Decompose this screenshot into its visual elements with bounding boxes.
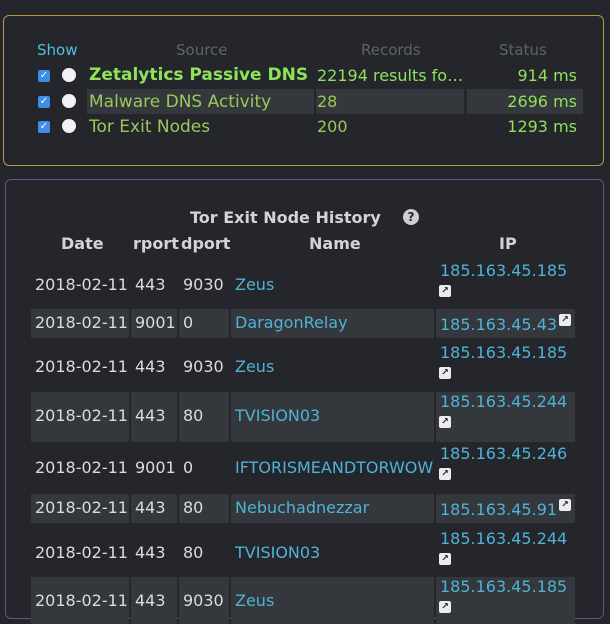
cell-ip[interactable]: 185.163.45.246: [440, 444, 567, 463]
row-highlight: [316, 89, 464, 114]
external-link-icon[interactable]: ↗: [439, 416, 451, 428]
source-select-radio[interactable]: [62, 94, 76, 108]
records-column-header[interactable]: Records: [361, 41, 421, 59]
cell-name[interactable]: Nebuchadnezzar: [235, 498, 434, 517]
status-column-header[interactable]: Status: [499, 41, 547, 59]
cell-ip[interactable]: 185.163.45.185: [440, 577, 567, 596]
cell-dport: 0: [183, 313, 194, 332]
source-name[interactable]: Malware DNS Activity: [89, 92, 271, 112]
cell-date: 2018-02-11: [35, 406, 128, 425]
cell-name[interactable]: DaragonRelay: [235, 313, 434, 332]
dport-column-header[interactable]: dport: [181, 234, 230, 253]
external-link-icon[interactable]: ↗: [559, 314, 571, 326]
cell-rport: 9001: [135, 458, 176, 477]
source-show-checkbox[interactable]: ✓: [38, 96, 50, 108]
source-name[interactable]: Zetalytics Passive DNS: [89, 65, 308, 85]
cell-rport: 443: [135, 591, 166, 610]
cell-date: 2018-02-11: [35, 498, 128, 517]
cell-rport: 443: [135, 406, 166, 425]
show-column-header[interactable]: Show: [37, 41, 77, 59]
source-column-header[interactable]: Source: [176, 41, 228, 59]
source-records: 22194 results fo…: [317, 66, 464, 85]
source-select-radio[interactable]: [62, 68, 76, 82]
cell-date: 2018-02-11: [35, 357, 128, 376]
source-records: 28: [317, 92, 338, 111]
cell-dport: 80: [183, 406, 204, 425]
tor-history-panel: Tor Exit Node History ? Date rport dport…: [5, 179, 604, 624]
cell-name[interactable]: TVISION03: [235, 406, 434, 425]
help-icon[interactable]: ?: [403, 209, 419, 225]
cell-rport: 443: [135, 498, 166, 517]
cell-ip[interactable]: 185.163.45.43: [440, 315, 557, 334]
cell-date: 2018-02-11: [35, 275, 128, 294]
cell-dport: 9030: [183, 275, 224, 294]
cell-rport: 443: [135, 543, 166, 562]
cell-date: 2018-02-11: [35, 458, 128, 477]
external-link-icon[interactable]: ↗: [559, 499, 571, 511]
cell-name[interactable]: IFTORISMEANDTORWOWn: [235, 458, 434, 477]
source-select-radio[interactable]: [62, 119, 76, 133]
cell-dport: 9030: [183, 591, 224, 610]
source-show-checkbox[interactable]: ✓: [38, 70, 50, 82]
cell-name[interactable]: Zeus: [235, 591, 434, 610]
cell-name[interactable]: TVISION03: [235, 543, 434, 562]
cell-name[interactable]: Zeus: [235, 275, 434, 294]
cell-name[interactable]: Zeus: [235, 357, 434, 376]
cell-rport: 443: [135, 275, 166, 294]
name-column-header[interactable]: Name: [309, 234, 361, 253]
cell-dport: 80: [183, 498, 204, 517]
external-link-icon[interactable]: ↗: [439, 285, 451, 297]
sources-panel: Show Source Records Status ✓ Zetalytics …: [3, 15, 604, 166]
cell-ip[interactable]: 185.163.45.185: [440, 343, 567, 362]
cell-ip[interactable]: 185.163.45.244: [440, 392, 567, 411]
source-status: 914 ms: [517, 66, 577, 85]
cell-ip[interactable]: 185.163.45.185: [440, 261, 567, 280]
source-show-checkbox[interactable]: ✓: [38, 121, 50, 133]
cell-ip[interactable]: 185.163.45.91: [440, 500, 557, 519]
source-name[interactable]: Tor Exit Nodes: [89, 117, 210, 137]
external-link-icon[interactable]: ↗: [439, 601, 451, 613]
cell-ip[interactable]: 185.163.45.244: [440, 529, 567, 548]
cell-dport: 9030: [183, 357, 224, 376]
cell-dport: 80: [183, 543, 204, 562]
external-link-icon[interactable]: ↗: [439, 553, 451, 565]
ip-column-header[interactable]: IP: [499, 234, 517, 253]
date-column-header[interactable]: Date: [61, 234, 104, 253]
rport-column-header[interactable]: rport: [133, 234, 179, 253]
external-link-icon[interactable]: ↗: [439, 468, 451, 480]
source-status: 2696 ms: [507, 92, 577, 111]
cell-rport: 443: [135, 357, 166, 376]
external-link-icon[interactable]: ↗: [439, 367, 451, 379]
table-title: Tor Exit Node History: [190, 208, 381, 227]
cell-date: 2018-02-11: [35, 543, 128, 562]
source-status: 1293 ms: [507, 117, 577, 136]
source-records: 200: [317, 117, 348, 136]
cell-rport: 9001: [135, 313, 176, 332]
cell-date: 2018-02-11: [35, 591, 128, 610]
cell-dport: 0: [183, 458, 194, 477]
cell-date: 2018-02-11: [35, 313, 128, 332]
